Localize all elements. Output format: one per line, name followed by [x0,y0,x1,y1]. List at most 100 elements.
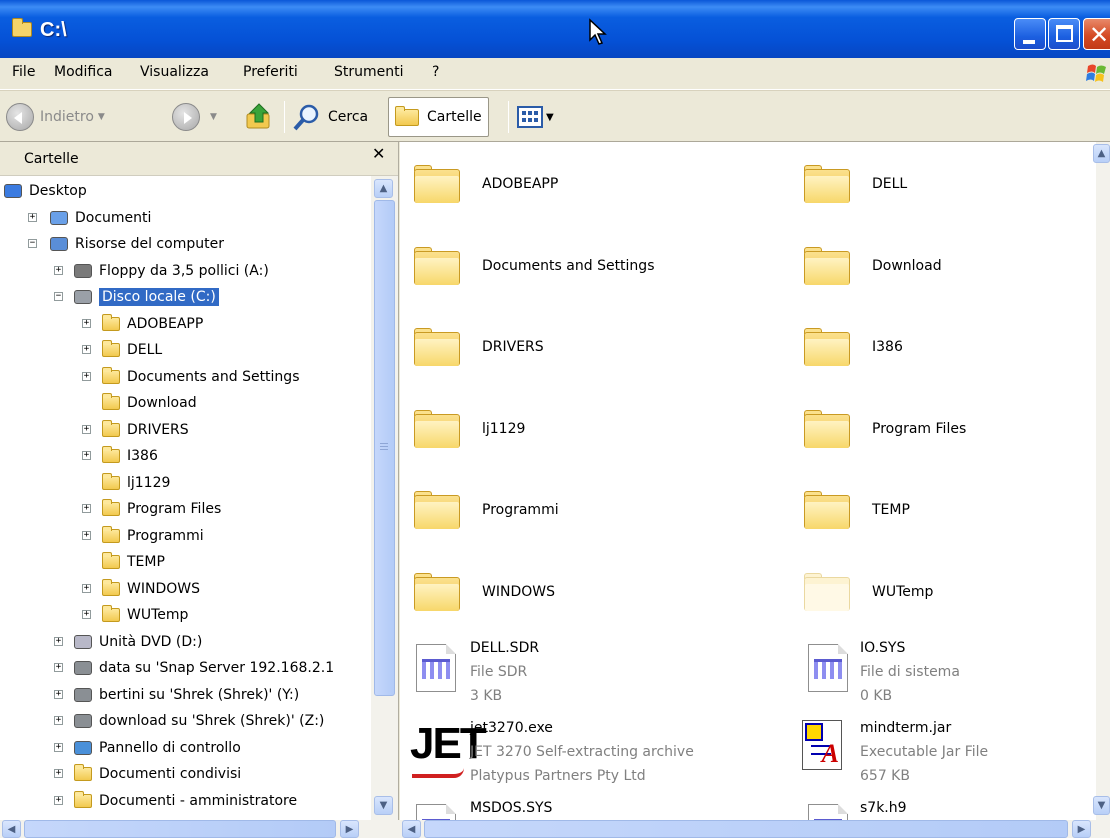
expand-icon[interactable]: + [54,663,63,672]
tree-item[interactable]: ADOBEAPP [102,311,203,337]
expand-icon[interactable]: + [82,345,91,354]
scroll-right-icon[interactable]: ▶ [1072,820,1091,838]
tree-item[interactable]: Documenti - amministratore [74,788,297,814]
file-item[interactable]: DELL.SDR File SDR 3 KB [400,636,780,706]
minimize-button[interactable] [1014,18,1046,50]
scroll-down-icon[interactable]: ▼ [1093,796,1110,815]
views-button[interactable]: ▼ [516,99,554,135]
menu-preferiti[interactable]: Preferiti [243,64,298,80]
file-item[interactable]: JET jet3270.exe JET 3270 Self-extracting a… [400,716,780,786]
expand-icon[interactable]: + [82,318,91,328]
expand-icon[interactable]: + [82,530,91,540]
maximize-button[interactable] [1048,18,1080,50]
scroll-up-icon[interactable]: ▲ [374,179,393,198]
collapse-icon[interactable]: − [54,292,63,301]
expand-icon[interactable]: + [54,265,63,275]
tree-scrollbar[interactable]: ▲ ▼ [371,176,398,820]
scroll-thumb[interactable] [374,200,395,696]
scroll-down-icon[interactable]: ▼ [374,796,393,815]
scroll-up-icon[interactable]: ▲ [1093,144,1110,163]
tree-item[interactable]: Disco locale (C:) [74,284,219,310]
scroll-right-icon[interactable]: ▶ [340,820,359,838]
scroll-thumb[interactable] [24,820,336,838]
tree-item[interactable]: Desktop [4,178,87,204]
tree-item[interactable]: Program Files [102,496,221,522]
tree-item[interactable]: Risorse del computer [50,231,224,257]
expand-icon[interactable]: + [54,769,63,778]
tree-item[interactable]: Floppy da 3,5 pollici (A:) [74,258,269,284]
folder-item[interactable]: TEMP [804,480,910,540]
folder-item[interactable]: Program Files [804,399,966,459]
back-button[interactable]: Indietro ▼ [6,99,105,135]
expand-icon[interactable]: + [82,504,91,513]
menu-help[interactable]: ? [432,64,439,80]
expand-icon[interactable]: + [54,636,63,646]
folder-item[interactable]: Programmi [414,480,559,540]
file-item[interactable]: IO.SYS File di sistema 0 KB [790,636,1096,706]
tree-item[interactable]: TEMP [102,549,165,575]
tree-item[interactable]: data su 'Snap Server 192.168.2.1 [74,655,334,681]
expand-icon[interactable]: + [54,689,63,699]
expand-icon[interactable]: + [82,451,91,460]
file-item[interactable]: MSDOS.SYS [400,796,780,820]
tree-item[interactable]: Documents and Settings [102,364,299,390]
tree-item[interactable]: Documenti [50,205,151,231]
file-item[interactable]: s7k.h9 [790,796,1096,820]
scroll-left-icon[interactable]: ◀ [402,820,421,838]
content-scrollbar[interactable]: ▲ ▼ [1093,142,1110,820]
tree-item[interactable]: DELL [102,337,162,363]
tree-item[interactable]: Download [102,390,197,416]
expand-icon[interactable]: + [28,212,37,222]
desktop-icon [4,184,22,198]
title-bar[interactable]: C:\ ✕ [0,0,1110,58]
scroll-left-icon[interactable]: ◀ [2,820,21,838]
tree-item[interactable]: Unità DVD (D:) [74,629,202,655]
folders-button[interactable]: Cartelle [388,97,489,137]
folder-icon [102,340,120,357]
horizontal-scrollbar[interactable]: ◀ ▶ ◀ ▶ [0,820,1110,838]
tree-item[interactable]: I386 [102,443,158,469]
expand-icon[interactable]: + [82,583,91,593]
folder-icon [102,366,120,384]
folder-item[interactable]: Documents and Settings [414,236,654,296]
menu-visualizza[interactable]: Visualizza [140,64,209,80]
tree-item[interactable]: Documenti condivisi [74,761,241,787]
expand-icon[interactable]: + [54,795,63,805]
expand-icon[interactable]: + [82,371,91,381]
scroll-thumb[interactable] [424,820,1068,838]
menu-file[interactable]: File [12,64,35,80]
tree-item[interactable]: Pannello di controllo [74,735,241,761]
folder-item[interactable]: WUTemp [804,562,933,622]
expand-icon[interactable]: + [82,610,91,619]
documents-icon [50,210,68,225]
folder-item[interactable]: I386 [804,317,903,377]
collapse-icon[interactable]: − [28,239,37,248]
tree-item[interactable]: download su 'Shrek (Shrek)' (Z:) [74,708,324,734]
tree-item[interactable]: DRIVERS [102,417,189,443]
tree-item[interactable]: WUTemp [102,602,188,628]
expand-icon[interactable]: + [54,742,63,752]
folder-item[interactable]: Download [804,236,942,296]
up-folder-button[interactable] [244,99,274,135]
folder-item[interactable]: WINDOWS [414,562,555,622]
search-button[interactable]: Cerca [292,99,368,135]
tree-item-label: ADOBEAPP [127,315,204,332]
tree-item[interactable]: WINDOWS [102,576,200,602]
tree-item[interactable]: lj1129 [102,470,170,496]
file-type: File SDR [470,664,528,680]
folder-item[interactable]: DRIVERS [414,317,544,377]
menu-modifica[interactable]: Modifica [54,64,113,80]
menu-strumenti[interactable]: Strumenti [334,64,404,80]
folder-item[interactable]: lj1129 [414,399,525,459]
folder-item[interactable]: ADOBEAPP [414,154,558,214]
expand-icon[interactable]: + [82,424,91,434]
close-icon[interactable]: ✕ [372,144,385,163]
close-button[interactable]: ✕ [1083,18,1110,50]
folder-item[interactable]: DELL [804,154,907,214]
file-item[interactable]: mindterm.jar Executable Jar File 657 KB [790,716,1096,786]
folder-tree: Desktop + Documenti − Risorse del computer + F… [0,176,371,820]
tree-item[interactable]: Programmi [102,523,204,549]
tree-item[interactable]: bertini su 'Shrek (Shrek)' (Y:) [74,682,299,708]
forward-button[interactable]: ▼ [172,99,217,135]
expand-icon[interactable]: + [54,716,63,725]
